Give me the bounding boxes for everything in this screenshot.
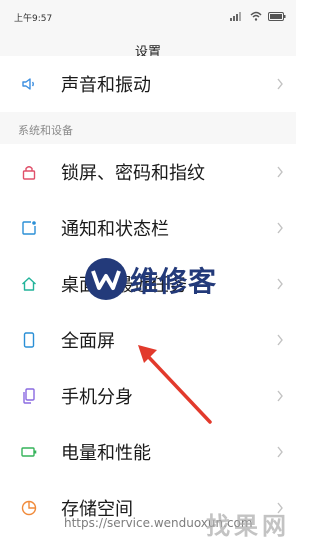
watermark-logo: 维修客 bbox=[84, 254, 234, 304]
watermark-logo-icon bbox=[85, 258, 127, 300]
section-title: 系统和设备 bbox=[18, 124, 73, 137]
signal-icon bbox=[230, 12, 241, 21]
wifi-icon bbox=[250, 11, 262, 21]
settings-item-label: 锁屏、密码和指纹 bbox=[61, 163, 205, 184]
watermark-brand: 找果网 bbox=[206, 512, 290, 540]
watermark-text: 维修客 bbox=[130, 265, 218, 298]
phone-icon bbox=[23, 332, 35, 348]
status-icons bbox=[230, 10, 286, 22]
chevron-right-icon bbox=[277, 166, 283, 178]
settings-item-label: 声音和振动 bbox=[61, 75, 151, 96]
dual-phone-icon bbox=[23, 388, 35, 404]
chevron-right-icon bbox=[277, 278, 283, 290]
chevron-right-icon bbox=[277, 78, 283, 90]
settings-item-notifications[interactable]: 通知和状态栏 bbox=[0, 200, 296, 256]
status-bar: 上午9:57 bbox=[0, 0, 296, 34]
settings-screen: 上午9:57 设置 声音和振动 系统和设备 锁屏、密码和指纹 通知和状态栏 全面… bbox=[0, 0, 296, 543]
speaker-icon bbox=[22, 78, 34, 90]
battery-status-icon bbox=[268, 11, 286, 21]
home-icon bbox=[22, 277, 36, 291]
section-header: 系统和设备 bbox=[0, 112, 296, 146]
status-time: 上午9:57 bbox=[14, 14, 53, 24]
chevron-right-icon bbox=[277, 390, 283, 402]
chevron-right-icon bbox=[277, 446, 283, 458]
chevron-right-icon bbox=[277, 222, 283, 234]
chevron-right-icon bbox=[277, 334, 283, 346]
settings-item-label: 全面屏 bbox=[61, 331, 115, 352]
settings-item-sound[interactable]: 声音和振动 bbox=[0, 56, 296, 112]
storage-icon bbox=[21, 500, 37, 516]
red-arrow-annotation bbox=[138, 345, 212, 424]
settings-item-lockscreen[interactable]: 锁屏、密码和指纹 bbox=[0, 144, 296, 200]
settings-item-label: 通知和状态栏 bbox=[61, 219, 169, 240]
settings-item-label: 手机分身 bbox=[61, 387, 133, 408]
battery-icon bbox=[21, 447, 37, 457]
lock-icon bbox=[22, 166, 36, 180]
notification-icon bbox=[22, 221, 36, 235]
